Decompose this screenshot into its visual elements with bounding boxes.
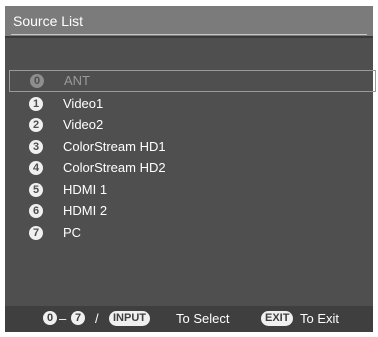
range-dash: –: [59, 311, 67, 326]
help-footer: 0 – 7 / INPUT To Select EXIT To Exit: [5, 306, 373, 332]
source-label: Video2: [63, 117, 104, 132]
source-label: ColorStream HD1: [63, 138, 166, 154]
source-item-colorstream-hd1[interactable]: 3 ColorStream HD1: [5, 137, 373, 157]
source-list-menu: Source List 0 ANT 1 Video1 2 Video2 3 Co…: [5, 6, 376, 332]
number-3-icon: 3: [29, 139, 43, 154]
source-label: PC: [63, 224, 82, 240]
source-item-ant[interactable]: 0 ANT: [9, 70, 376, 92]
number-0-icon: 0: [30, 74, 44, 88]
source-label: HDMI 2: [63, 203, 108, 218]
source-label: Video1: [63, 95, 104, 111]
title-separator: [5, 36, 373, 38]
title-underline: [11, 34, 367, 35]
source-item-video1[interactable]: 1 Video1: [5, 94, 373, 114]
source-item-pc[interactable]: 7 PC: [5, 223, 373, 243]
source-item-hdmi1[interactable]: 5 HDMI 1: [5, 180, 373, 200]
title-bar: Source List: [5, 6, 373, 36]
source-item-video2[interactable]: 2 Video2: [5, 115, 373, 135]
input-key-icon: INPUT: [109, 311, 150, 326]
number-6-icon: 6: [29, 204, 43, 218]
source-label: ANT: [64, 73, 90, 88]
number-4-icon: 4: [29, 161, 43, 175]
range-slash: /: [95, 311, 99, 326]
number-7-icon: 7: [29, 225, 43, 240]
number-0-key-icon: 0: [43, 311, 57, 325]
number-2-icon: 2: [29, 118, 43, 132]
source-item-colorstream-hd2[interactable]: 4 ColorStream HD2: [5, 158, 373, 178]
number-1-icon: 1: [29, 96, 43, 111]
source-list: 0 ANT 1 Video1 2 Video2 3 ColorStream HD…: [5, 70, 376, 244]
source-label: ColorStream HD2: [63, 160, 166, 175]
source-item-hdmi2[interactable]: 6 HDMI 2: [5, 201, 373, 221]
select-hint: To Select: [176, 311, 230, 326]
exit-hint: To Exit: [300, 311, 340, 326]
number-7-key-icon: 7: [71, 311, 85, 325]
source-label: HDMI 1: [63, 181, 108, 197]
menu-title: Source List: [13, 13, 84, 29]
number-5-icon: 5: [29, 182, 43, 197]
exit-key-icon: EXIT: [261, 311, 294, 326]
